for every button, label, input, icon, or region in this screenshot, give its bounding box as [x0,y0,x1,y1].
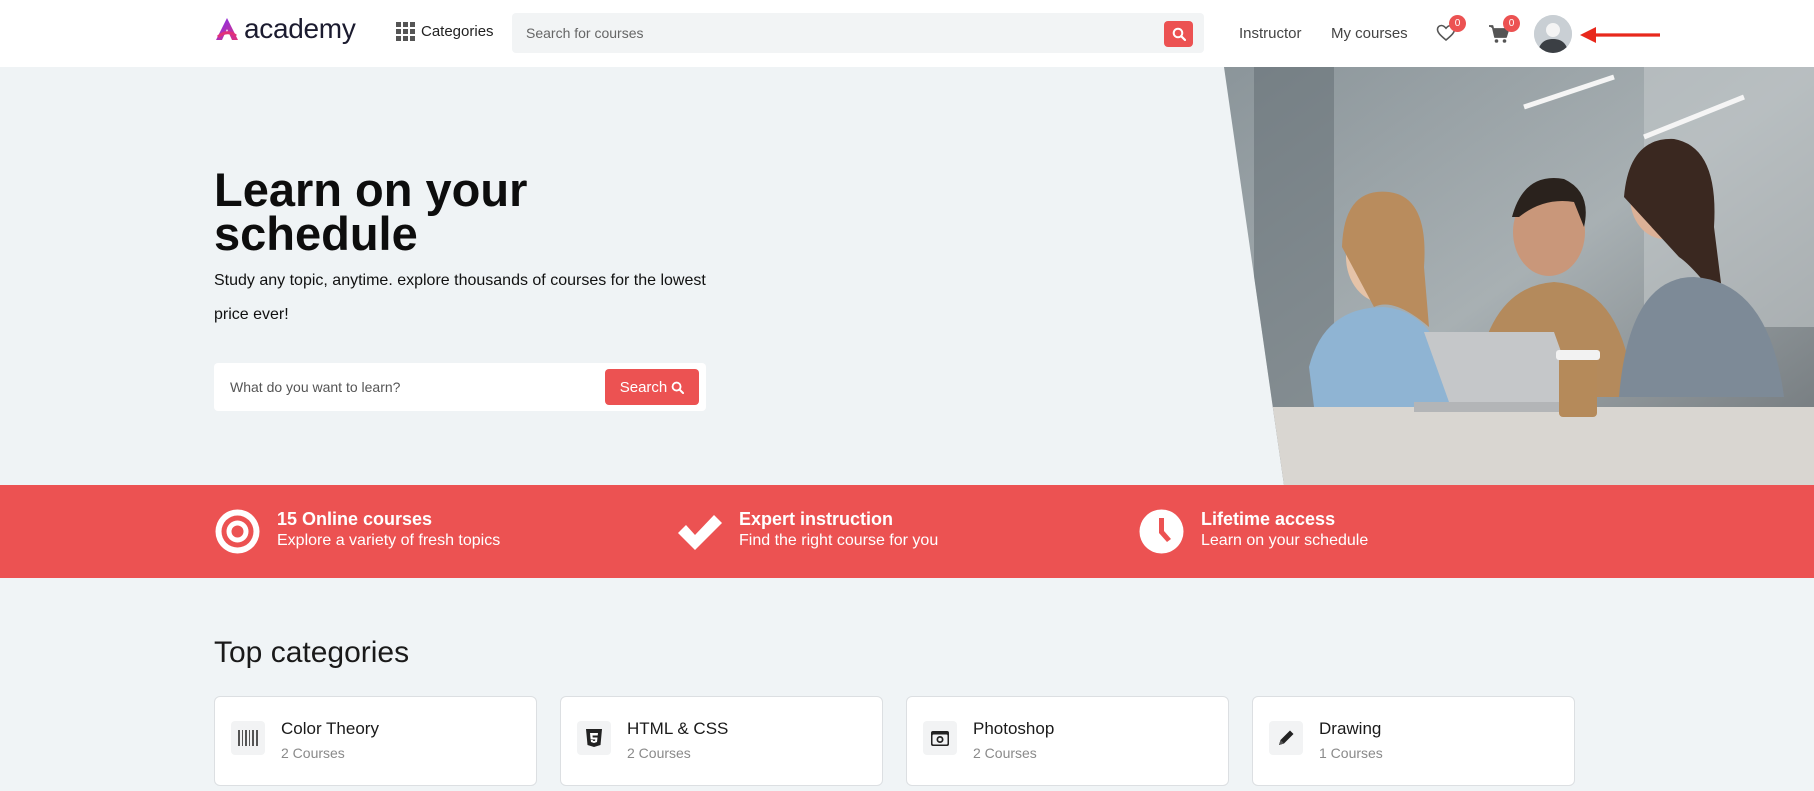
hero-search-button-label: Search [619,378,668,396]
header-search-bar [512,13,1204,53]
feature-strip: 15 Online courses Explore a variety of f… [0,485,1814,578]
category-count: 1 Courses [1319,745,1383,761]
top-navbar: academy Categories Instructor My courses… [0,0,1814,67]
user-icon [1534,15,1572,53]
barcode-icon [231,721,265,755]
hero-search-button[interactable]: Search [605,369,699,405]
category-card-photoshop[interactable]: Photoshop 2 Courses [906,696,1229,786]
user-avatar[interactable] [1534,15,1572,53]
category-name: Drawing [1319,719,1382,738]
hero-search-input[interactable] [230,363,600,411]
feature-instruction: Expert instruction Find the right course… [676,508,938,555]
cart-button[interactable]: 0 [1488,15,1520,49]
category-card-color-theory[interactable]: Color Theory 2 Courses [214,696,537,786]
header-search-input[interactable] [526,13,1126,53]
wishlist-button[interactable]: 0 [1436,15,1466,47]
category-count: 2 Courses [627,745,691,761]
hero-title: Learn on your schedule [214,163,528,260]
categories-label: Categories [421,23,494,40]
logo-mark-icon [216,18,238,40]
category-card-html-css[interactable]: HTML & CSS 2 Courses [560,696,883,786]
top-categories-title: Top categories [214,636,410,669]
instructor-link[interactable]: Instructor [1239,25,1302,42]
hero-search-bar: Search [214,363,706,411]
category-name: HTML & CSS [627,719,729,738]
css3-icon [577,721,611,755]
pencil-icon [1269,721,1303,755]
search-icon [1172,27,1186,41]
category-name: Photoshop [973,719,1055,738]
feature-desc: Find the right course for you [739,532,939,549]
cart-count-badge: 0 [1503,15,1520,32]
logo[interactable]: academy [214,13,356,45]
feature-desc: Learn on your schedule [1201,532,1369,549]
hero-section: Learn on your schedule Study any topic, … [0,67,1814,485]
search-icon [671,381,685,394]
feature-title: Lifetime access [1201,509,1336,529]
feature-courses: 15 Online courses Explore a variety of f… [214,508,500,555]
category-name: Color Theory [281,719,379,738]
annotation-arrow-icon [1580,27,1660,43]
check-icon [678,515,722,550]
my-courses-link[interactable]: My courses [1331,25,1408,42]
target-icon [215,509,260,554]
category-count: 2 Courses [281,745,345,761]
categories-menu-button[interactable]: Categories [396,22,494,41]
feature-title: Expert instruction [739,509,894,529]
wishlist-count-badge: 0 [1449,15,1466,32]
grid-icon [396,22,415,41]
category-card-drawing[interactable]: Drawing 1 Courses [1252,696,1575,786]
logo-text: academy [244,13,356,44]
camera-icon [923,721,957,755]
clock-icon [1139,509,1184,554]
hero-image [1224,67,1814,485]
category-count: 2 Courses [973,745,1037,761]
hero-subtitle: Study any topic, anytime. explore thousa… [214,272,706,323]
feature-lifetime: Lifetime access Learn on your schedule [1138,508,1368,555]
feature-desc: Explore a variety of fresh topics [277,532,501,549]
feature-title: 15 Online courses [277,509,433,529]
header-search-button[interactable] [1164,21,1193,47]
